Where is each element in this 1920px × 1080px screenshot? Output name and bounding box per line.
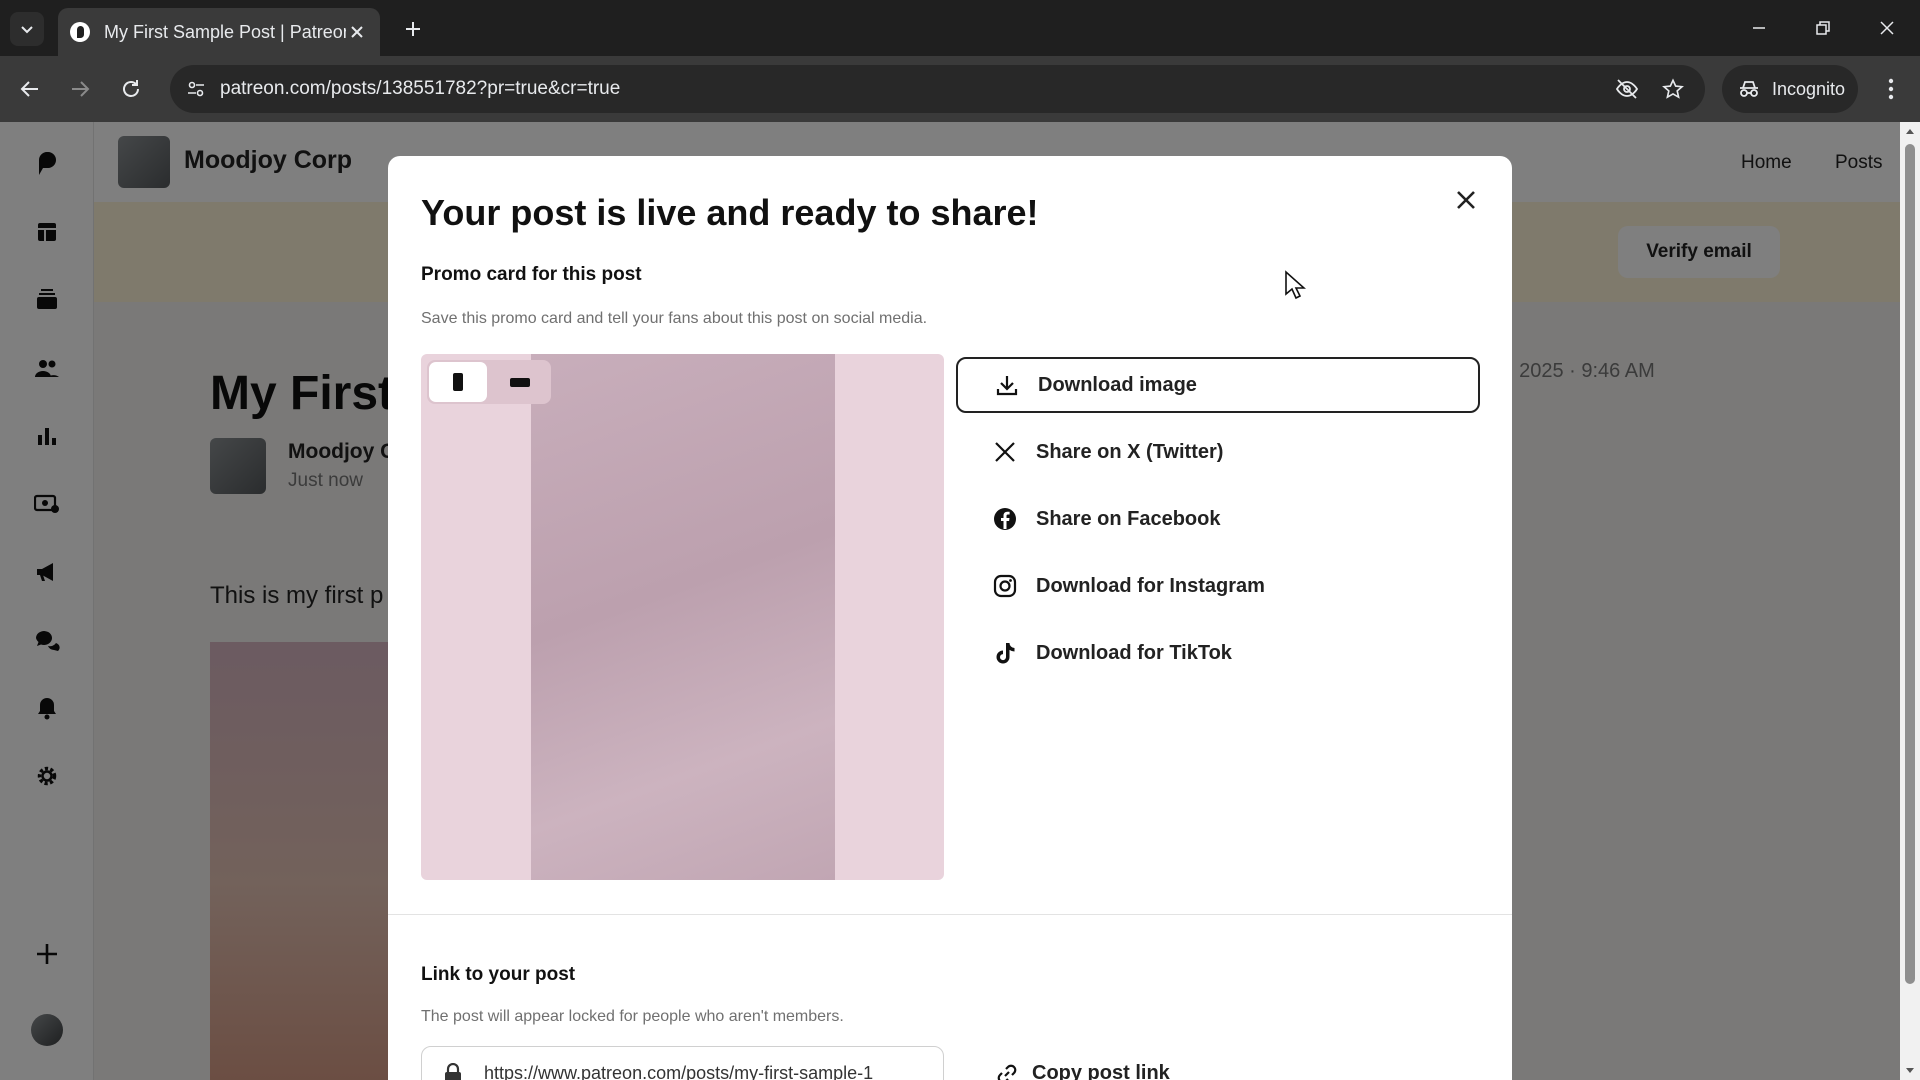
- promo-card-image: [531, 354, 835, 880]
- promo-format-toggle: [427, 360, 551, 404]
- minimize-button[interactable]: [1736, 10, 1782, 46]
- share-on-facebook-button[interactable]: Share on Facebook: [956, 491, 1480, 547]
- reload-icon: [123, 80, 139, 97]
- back-button[interactable]: [14, 73, 46, 105]
- share-on-facebook-label: Share on Facebook: [1036, 507, 1221, 530]
- download-icon: [994, 372, 1020, 398]
- mouse-cursor-icon: [1285, 270, 1306, 300]
- minimize-icon: [1753, 27, 1765, 29]
- close-icon: [351, 26, 363, 38]
- incognito-indicator[interactable]: Incognito: [1722, 65, 1858, 113]
- facebook-icon: [992, 506, 1018, 532]
- scroll-down-arrow-icon[interactable]: [1905, 1066, 1915, 1076]
- incognito-label: Incognito: [1772, 78, 1846, 99]
- x-logo-icon: [992, 439, 1018, 465]
- promo-card-preview: [421, 354, 944, 880]
- site-info-icon[interactable]: [182, 75, 210, 103]
- share-post-modal: Your post is live and ready to share! Pr…: [388, 156, 1512, 1080]
- modal-close-button[interactable]: [1448, 182, 1484, 218]
- close-icon: [1457, 191, 1475, 209]
- chevron-down-icon: [21, 26, 33, 34]
- restore-button[interactable]: [1800, 10, 1846, 46]
- promo-card-description: Save this promo card and tell your fans …: [421, 310, 928, 327]
- reload-button[interactable]: [115, 73, 147, 105]
- scroll-up-arrow-icon[interactable]: [1905, 126, 1915, 136]
- post-link-field[interactable]: https://www.patreon.com/posts/my-first-s…: [421, 1046, 944, 1080]
- window-close-icon: [1880, 21, 1894, 35]
- scrollbar-thumb[interactable]: [1905, 144, 1915, 984]
- download-for-tiktok-label: Download for TikTok: [1036, 641, 1232, 664]
- browser-toolbar: patreon.com/posts/138551782?pr=true&cr=t…: [0, 56, 1920, 122]
- portrait-format-option[interactable]: [429, 362, 487, 402]
- address-bar[interactable]: patreon.com/posts/138551782?pr=true&cr=t…: [170, 65, 1705, 113]
- link-section-title: Link to your post: [421, 964, 576, 985]
- new-tab-button[interactable]: [398, 14, 428, 44]
- post-link-value: https://www.patreon.com/posts/my-first-s…: [484, 1063, 874, 1080]
- download-for-instagram-label: Download for Instagram: [1036, 574, 1265, 597]
- tiktok-icon: [992, 640, 1018, 666]
- portrait-format-icon: [453, 373, 463, 391]
- patreon-favicon-icon: [70, 22, 90, 42]
- tab-search-button[interactable]: [10, 12, 44, 46]
- browser-tab-bar: My First Sample Post | Patreon: [0, 0, 1920, 56]
- copy-post-link-label: Copy post link: [1032, 1062, 1170, 1080]
- plus-icon: [406, 22, 420, 36]
- modal-divider: [388, 914, 1512, 915]
- link-icon: [997, 1064, 1017, 1080]
- lock-icon: [445, 1063, 461, 1080]
- page-scrollbar[interactable]: [1900, 122, 1920, 1080]
- star-icon[interactable]: [1659, 75, 1687, 103]
- instagram-icon: [992, 573, 1018, 599]
- forward-button[interactable]: [64, 73, 96, 105]
- incognito-icon: [1740, 81, 1758, 97]
- landscape-format-icon: [510, 377, 530, 387]
- window-close-button[interactable]: [1864, 10, 1910, 46]
- share-on-x-button[interactable]: Share on X (Twitter): [956, 424, 1480, 480]
- promo-card-title: Promo card for this post: [421, 264, 642, 285]
- tab-title: My First Sample Post | Patreon: [104, 21, 346, 42]
- share-on-x-label: Share on X (Twitter): [1036, 440, 1224, 463]
- download-image-button[interactable]: Download image: [956, 357, 1480, 413]
- eye-off-icon[interactable]: [1613, 75, 1641, 103]
- active-tab[interactable]: My First Sample Post | Patreon: [58, 8, 380, 56]
- download-image-label: Download image: [1038, 373, 1197, 396]
- browser-menu-button[interactable]: [1876, 73, 1906, 105]
- modal-title: Your post is live and ready to share!: [421, 192, 1039, 233]
- copy-post-link-button[interactable]: Copy post link: [996, 1062, 1170, 1080]
- download-for-instagram-button[interactable]: Download for Instagram: [956, 558, 1480, 614]
- back-arrow-icon: [20, 81, 38, 97]
- download-for-tiktok-button[interactable]: Download for TikTok: [956, 625, 1480, 681]
- restore-icon: [1816, 21, 1830, 35]
- more-vert-icon: [1888, 78, 1894, 100]
- tab-close-button[interactable]: [346, 21, 368, 43]
- link-section-description: The post will appear locked for people w…: [421, 1008, 844, 1025]
- forward-arrow-icon: [72, 81, 90, 97]
- landscape-format-option[interactable]: [491, 362, 549, 402]
- url-text: patreon.com/posts/138551782?pr=true&cr=t…: [220, 78, 621, 99]
